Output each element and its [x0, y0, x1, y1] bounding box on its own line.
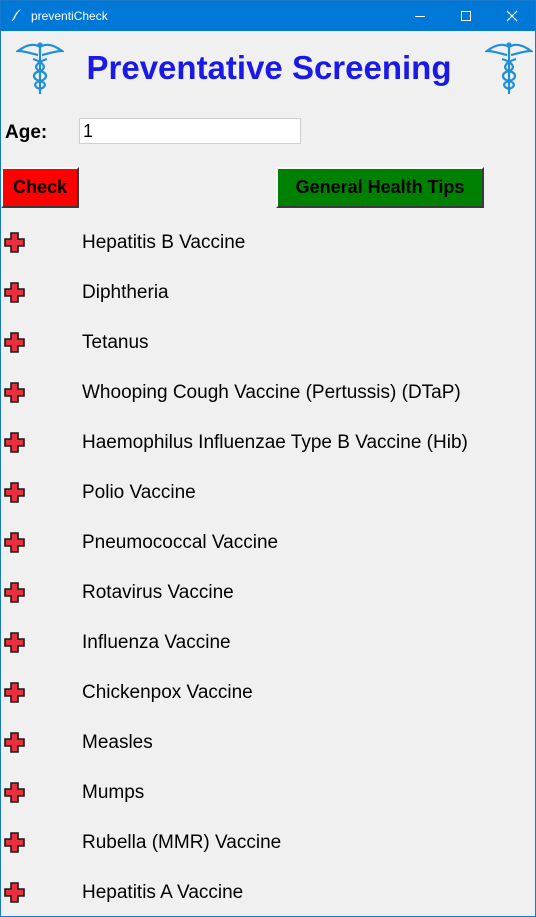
screening-label: Hepatitis A Vaccine	[82, 882, 244, 903]
screening-label: Pneumococcal Vaccine	[82, 532, 279, 553]
screening-label: Diphtheria	[82, 282, 169, 303]
red-cross-icon	[4, 432, 25, 453]
screening-label: Whooping Cough Vaccine (Pertussis) (DTaP…	[82, 382, 461, 403]
red-cross-icon	[4, 782, 25, 803]
red-cross-icon	[4, 882, 25, 903]
red-cross-icon	[4, 732, 25, 753]
maximize-icon	[461, 11, 471, 21]
list-item: Influenza Vaccine	[1, 617, 535, 667]
list-item: Hepatitis B Vaccine	[1, 217, 535, 267]
minimize-icon	[415, 16, 425, 17]
list-item: Rotavirus Vaccine	[1, 567, 535, 617]
screening-label: Rubella (MMR) Vaccine	[82, 832, 282, 853]
red-cross-icon	[4, 332, 25, 353]
close-icon	[506, 10, 518, 22]
window-title: preventiCheck	[31, 9, 108, 23]
red-cross-icon	[4, 832, 25, 853]
screening-label: Haemophilus Influenzae Type B Vaccine (H…	[82, 432, 468, 453]
list-item: Mumps	[1, 767, 535, 817]
screening-label: Measles	[82, 732, 153, 753]
age-input[interactable]	[79, 118, 301, 144]
red-cross-icon	[4, 482, 25, 503]
red-cross-icon	[4, 532, 25, 553]
red-cross-icon	[4, 282, 25, 303]
list-item: Chickenpox Vaccine	[1, 667, 535, 717]
screening-label: Chickenpox Vaccine	[82, 682, 253, 703]
list-item: Tetanus	[1, 317, 535, 367]
screening-label: Tetanus	[82, 332, 149, 353]
red-cross-icon	[4, 682, 25, 703]
red-cross-icon	[4, 232, 25, 253]
list-item: Diphtheria	[1, 267, 535, 317]
red-cross-icon	[4, 382, 25, 403]
screening-label: Polio Vaccine	[82, 482, 196, 503]
title-bar[interactable]: preventiCheck	[1, 1, 535, 31]
check-button[interactable]: Check	[1, 167, 79, 208]
list-item: Rubella (MMR) Vaccine	[1, 817, 535, 867]
list-item: Hepatitis A Vaccine	[1, 867, 535, 916]
screening-label: Hepatitis B Vaccine	[82, 232, 246, 253]
age-label: Age:	[5, 122, 48, 143]
feather-icon	[11, 9, 21, 22]
maximize-button[interactable]	[443, 1, 489, 31]
app-window: preventiCheck Preventative Screening Age…	[0, 0, 536, 917]
list-item: Whooping Cough Vaccine (Pertussis) (DTaP…	[1, 367, 535, 417]
screening-label: Mumps	[82, 782, 145, 803]
list-item: Pneumococcal Vaccine	[1, 517, 535, 567]
list-item: Measles	[1, 717, 535, 767]
red-cross-icon	[4, 632, 25, 653]
screening-label: Rotavirus Vaccine	[82, 582, 234, 603]
close-button[interactable]	[489, 1, 535, 31]
red-cross-icon	[4, 582, 25, 603]
caduceus-icon	[485, 42, 533, 94]
page-title: Preventative Screening	[86, 49, 452, 86]
general-health-tips-button[interactable]: General Health Tips	[276, 167, 484, 208]
screening-label: Influenza Vaccine	[82, 632, 231, 653]
minimize-button[interactable]	[397, 1, 443, 31]
list-item: Haemophilus Influenzae Type B Vaccine (H…	[1, 417, 535, 467]
list-item: Polio Vaccine	[1, 467, 535, 517]
